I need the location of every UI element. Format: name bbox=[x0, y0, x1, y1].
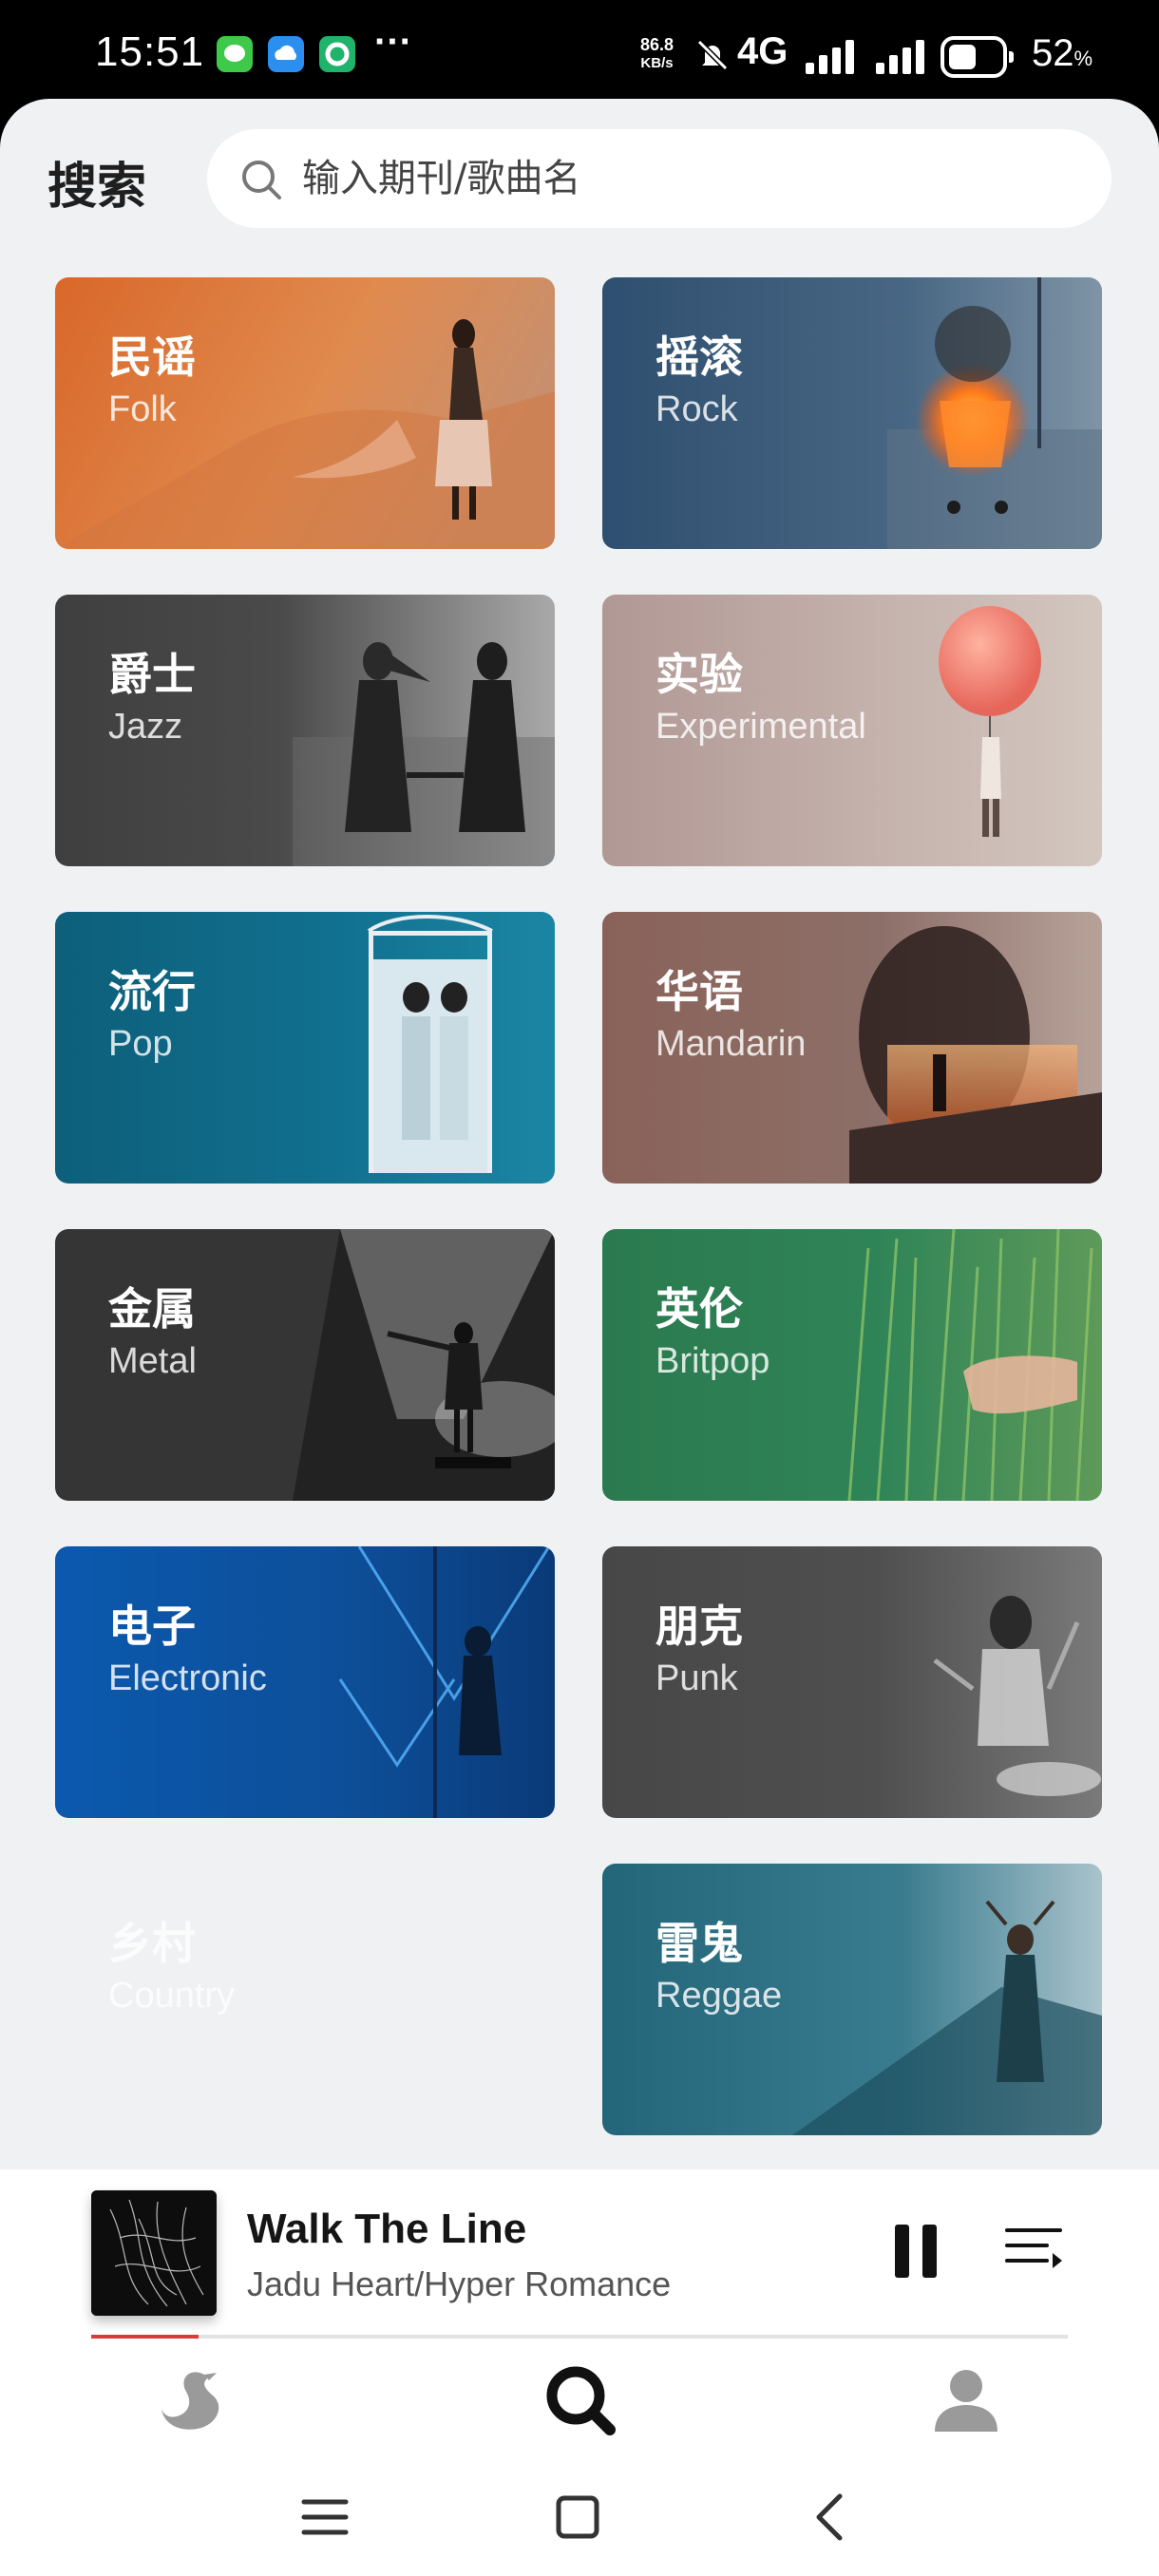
progress-fill bbox=[91, 2335, 200, 2339]
genre-card-pop[interactable]: 流行 Pop bbox=[55, 912, 555, 1184]
genre-name-zh: 爵士 bbox=[108, 649, 196, 700]
status-time: 15:51 bbox=[95, 28, 205, 75]
mute-icon bbox=[696, 39, 729, 71]
genre-name-en: Reggae bbox=[656, 1976, 783, 2016]
track-artist: Jadu Heart/Hyper Romance bbox=[247, 2264, 672, 2303]
track-title: Walk The Line bbox=[247, 2206, 527, 2252]
system-navigation-bar bbox=[0, 2458, 1159, 2576]
search-tab-icon[interactable] bbox=[538, 2358, 623, 2443]
genre-card-reggae[interactable]: 雷鬼 Reggae bbox=[602, 1864, 1102, 2135]
genre-name-en: Experimental bbox=[656, 707, 866, 747]
genre-card-experimental[interactable]: 实验 Experimental bbox=[602, 595, 1102, 866]
genre-card-mandarin[interactable]: 华语 Mandarin bbox=[602, 912, 1102, 1184]
back-icon[interactable] bbox=[804, 2489, 861, 2546]
genre-name-zh: 雷鬼 bbox=[656, 1918, 743, 1969]
search-icon bbox=[242, 161, 281, 199]
genre-name-en: Electronic bbox=[108, 1658, 267, 1698]
genre-name-zh: 电子 bbox=[108, 1601, 196, 1652]
genre-name-en: Jazz bbox=[108, 707, 183, 747]
home-square-icon[interactable] bbox=[549, 2489, 606, 2546]
status-bar: 15:51 ··· 86.8 KB/s 4G 52% bbox=[0, 0, 1159, 103]
genre-name-en: Britpop bbox=[656, 1341, 770, 1381]
genre-name-en: Country bbox=[108, 1976, 236, 2016]
genre-card-folk[interactable]: 民谣 Folk bbox=[55, 277, 555, 549]
genre-name-en: Folk bbox=[108, 389, 177, 429]
genre-name-zh: 摇滚 bbox=[656, 331, 743, 383]
network-speed: 86.8 KB/s bbox=[640, 35, 674, 72]
genre-name-zh: 金属 bbox=[108, 1283, 196, 1335]
progress-bar[interactable] bbox=[91, 2335, 1068, 2339]
genre-name-en: Metal bbox=[108, 1341, 197, 1381]
genre-card-metal[interactable]: 金属 Metal bbox=[55, 1229, 555, 1501]
battery-icon bbox=[940, 36, 1014, 78]
album-art-image bbox=[91, 2190, 217, 2316]
battery-percent: 52% bbox=[1032, 32, 1093, 74]
genre-card-jazz[interactable]: 爵士 Jazz bbox=[55, 595, 555, 866]
messages-app-icon bbox=[217, 36, 253, 72]
genre-name-en: Rock bbox=[656, 389, 738, 429]
genre-card-punk[interactable]: 朋克 Punk bbox=[602, 1546, 1102, 1818]
genre-name-zh: 朋克 bbox=[656, 1601, 743, 1652]
genre-card-rock[interactable]: 摇滚 Rock bbox=[602, 277, 1102, 549]
menu-icon[interactable] bbox=[296, 2489, 353, 2546]
profile-icon[interactable] bbox=[923, 2358, 1009, 2443]
network-type: 4G bbox=[737, 30, 788, 72]
genre-card-britpop[interactable]: 英伦 Britpop bbox=[602, 1229, 1102, 1501]
swan-home-icon[interactable] bbox=[152, 2358, 238, 2443]
genre-name-zh: 流行 bbox=[108, 966, 196, 1017]
genre-name-zh: 民谣 bbox=[108, 331, 196, 383]
genre-name-zh: 英伦 bbox=[656, 1283, 743, 1335]
playlist-icon[interactable] bbox=[1005, 2225, 1064, 2274]
page-title: 搜索 bbox=[48, 160, 147, 215]
genre-name-en: Mandarin bbox=[656, 1024, 807, 1064]
bottom-nav bbox=[0, 2340, 1159, 2458]
album-cover[interactable] bbox=[91, 2190, 217, 2316]
genre-card-country[interactable]: 乡村 Country bbox=[55, 1864, 555, 2135]
genre-card-electronic[interactable]: 电子 Electronic bbox=[55, 1546, 555, 1818]
search-input[interactable] bbox=[302, 150, 1081, 207]
search-page: 搜索 民谣 Folk bbox=[0, 99, 1159, 2169]
genre-name-zh: 实验 bbox=[656, 649, 743, 700]
genre-name-en: Pop bbox=[108, 1024, 173, 1064]
signal-icon-2 bbox=[876, 40, 924, 74]
cloud-app-icon bbox=[268, 36, 304, 72]
signal-icon bbox=[806, 40, 854, 74]
green-app-icon bbox=[319, 36, 355, 72]
genre-name-zh: 乡村 bbox=[108, 1918, 196, 1969]
genre-name-en: Punk bbox=[656, 1658, 738, 1698]
pause-button[interactable] bbox=[891, 2225, 940, 2278]
mini-player[interactable]: Walk The Line Jadu Heart/Hyper Romance bbox=[0, 2169, 1159, 2340]
search-bar[interactable] bbox=[207, 129, 1112, 228]
more-notifications-icon: ··· bbox=[374, 21, 412, 63]
genre-name-zh: 华语 bbox=[656, 966, 743, 1017]
